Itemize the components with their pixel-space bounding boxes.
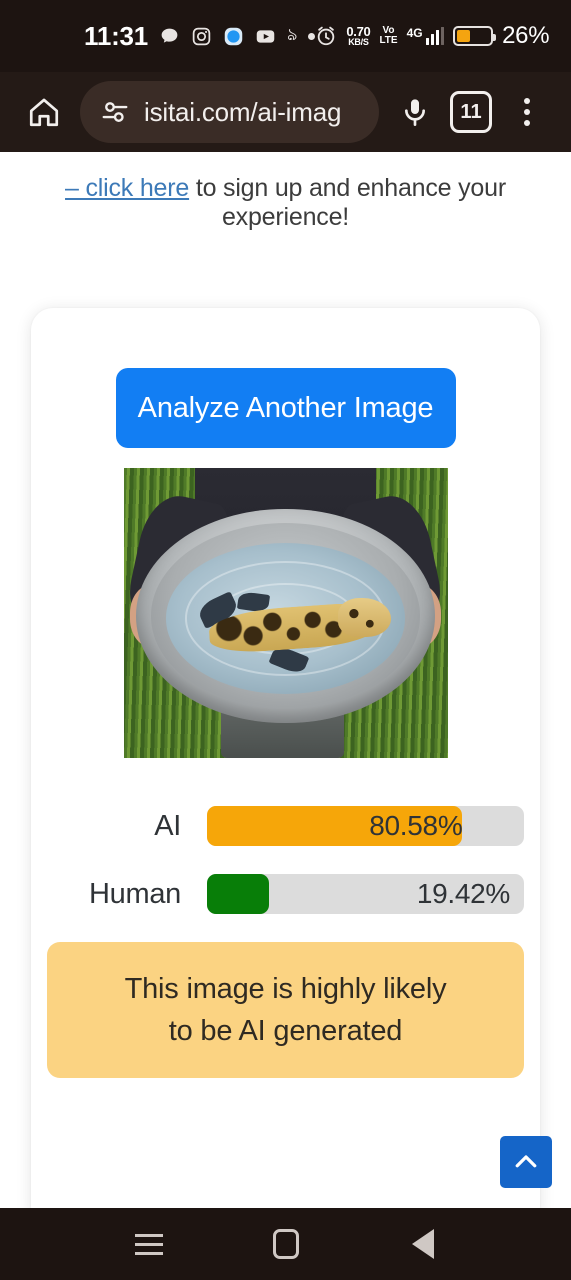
probability-row-ai: AI 80.58% [47, 806, 524, 846]
volte-indicator: Vo LTE [379, 25, 398, 47]
home-nav-button[interactable] [258, 1216, 314, 1272]
tune-icon [102, 102, 128, 122]
status-bar-right: 0.70 KB/S Vo LTE 4G 26% [315, 22, 550, 50]
signup-link[interactable]: – click here [65, 174, 189, 202]
analyze-another-image-button[interactable]: Analyze Another Image [115, 368, 456, 448]
network-type-label: 4G [406, 26, 423, 40]
probability-row-human: Human 19.42% [47, 874, 524, 914]
signup-banner-text: to sign up and enhance your experience! [189, 174, 506, 231]
scroll-to-top-button[interactable] [500, 1136, 552, 1188]
chat-bubble-icon [161, 28, 178, 43]
back-button[interactable] [395, 1216, 451, 1272]
alarm-clock-icon [318, 26, 335, 46]
result-card: Analyze Another Image AI 80.58% Human 19… [31, 308, 552, 1208]
url-text: isitai.com/ai-imag [144, 96, 342, 127]
home-icon [29, 98, 59, 127]
verdict-line-2: to be AI generated [168, 1015, 403, 1048]
signup-banner: – click here to sign up and enhance your… [0, 152, 571, 232]
home-square-icon [272, 1229, 299, 1259]
leopard-fish-head [338, 597, 391, 637]
network-speed-unit: KB/S [348, 37, 369, 47]
status-bar-left: 11:31 ঌ [84, 20, 316, 52]
probability-bars: AI 80.58% Human 19.42% [31, 806, 540, 914]
home-button[interactable] [18, 86, 70, 138]
microphone-icon [405, 99, 425, 126]
recents-button[interactable] [121, 1216, 177, 1272]
signal-indicator: 4G [407, 27, 445, 45]
battery-percent-label: 26% [502, 22, 550, 49]
back-triangle-icon [411, 1229, 434, 1259]
battery-fill [457, 30, 470, 42]
voice-search-button[interactable] [389, 86, 441, 138]
tab-switcher-button[interactable]: 11 [445, 86, 497, 138]
bar-label-ai: AI [154, 809, 181, 842]
dot-icon [308, 32, 316, 40]
analyzed-image [123, 468, 448, 758]
recents-icon [134, 1233, 163, 1255]
phone-screen: 11:31 ঌ 0.70 KB/S Vo LTE 4G 26% isitai.c… [0, 0, 571, 1280]
chevron-up-icon [515, 1155, 537, 1168]
bar-fill-human [207, 874, 269, 914]
verdict-line-1: This image is highly likely [124, 973, 447, 1005]
tab-count-label: 11 [460, 100, 482, 123]
battery-icon [453, 26, 497, 46]
instagram-icon [192, 27, 211, 45]
browser-menu-button[interactable] [501, 86, 553, 138]
bar-track-ai: 80.58% [207, 806, 524, 846]
verdict-box: This image is highly likely to be AI gen… [47, 942, 524, 1079]
android-nav-bar [0, 1208, 571, 1280]
volte-bottom-label: LTE [379, 35, 398, 46]
kebab-menu-icon [524, 98, 530, 126]
bar-value-human: 19.42% [416, 878, 510, 909]
status-bar-clock: 11:31 [84, 20, 149, 51]
bengali-glyph-icon: ঌ [287, 25, 298, 44]
address-bar[interactable]: isitai.com/ai-imag [80, 81, 379, 143]
bar-value-ai: 80.58% [369, 810, 463, 841]
web-page-viewport: – click here to sign up and enhance your… [0, 152, 571, 1208]
basin-water [165, 543, 406, 695]
android-status-bar: 11:31 ঌ 0.70 KB/S Vo LTE 4G 26% [0, 0, 571, 72]
bar-track-human: 19.42% [207, 874, 524, 914]
app-icon [224, 27, 243, 45]
signal-bars-icon [425, 27, 445, 45]
youtube-icon [256, 29, 275, 43]
browser-toolbar: isitai.com/ai-imag 11 [0, 72, 571, 152]
bar-label-human: Human [89, 877, 181, 910]
network-speed-indicator: 0.70 KB/S [346, 25, 370, 47]
tab-count-box: 11 [450, 91, 492, 133]
